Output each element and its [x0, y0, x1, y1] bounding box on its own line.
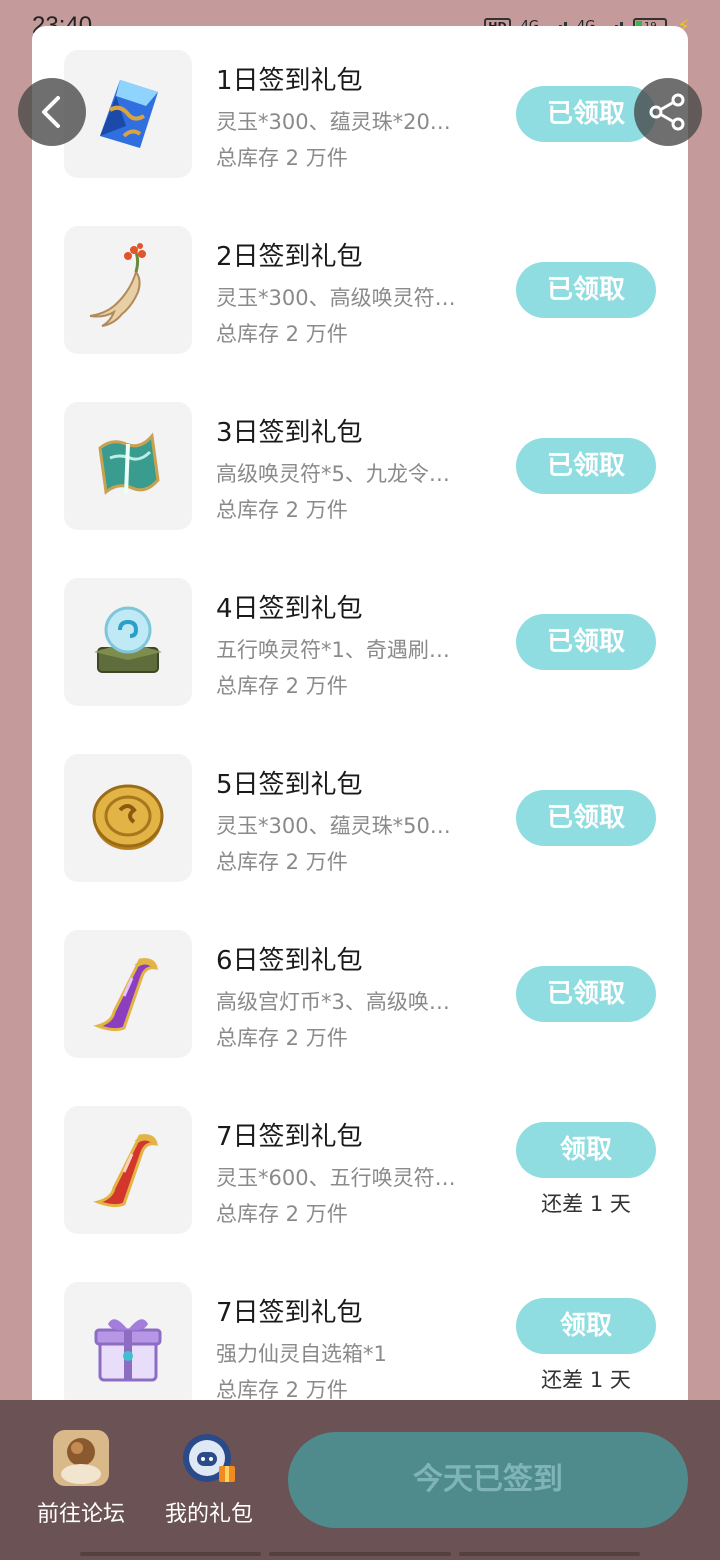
gift-stock: 总库存 2 万件: [216, 146, 348, 170]
gift-row: 3日签到礼包 高级唤灵符*5、九龙令… 总库存 2 万件 已领取: [32, 378, 688, 554]
gift-description: 强力仙灵自选箱*1: [216, 1342, 387, 1366]
my-gifts-button[interactable]: 我的礼包: [144, 1430, 274, 1528]
claim-button[interactable]: 领取: [516, 1122, 656, 1178]
purple-scroll-icon: [64, 930, 192, 1058]
home-indicator: [80, 1552, 640, 1556]
gift-row: 7日签到礼包 强力仙灵自选箱*1 总库存 2 万件 领取 还差 1 天: [32, 1258, 688, 1400]
days-remaining: 还差 1 天: [541, 1192, 631, 1216]
claimed-button[interactable]: 已领取: [516, 614, 656, 670]
gift-stock: 总库存 2 万件: [216, 1202, 348, 1226]
gift-stock: 总库存 2 万件: [216, 1378, 348, 1400]
gift-description: 灵玉*300、高级唤灵符…: [216, 286, 456, 310]
gift-row: 6日签到礼包 高级宫灯币*3、高级唤… 总库存 2 万件 已领取: [32, 906, 688, 1082]
back-button[interactable]: [18, 78, 86, 146]
gift-stock: 总库存 2 万件: [216, 850, 348, 874]
gift-title: 6日签到礼包: [216, 946, 363, 976]
gift-row: 7日签到礼包 灵玉*600、五行唤灵符… 总库存 2 万件 领取 还差 1 天: [32, 1082, 688, 1258]
gift-description: 高级宫灯币*3、高级唤…: [216, 990, 450, 1014]
gift-row: 5日签到礼包 灵玉*300、蕴灵珠*50… 总库存 2 万件 已领取: [32, 730, 688, 906]
gift-description: 灵玉*300、蕴灵珠*20…: [216, 110, 451, 134]
claimed-button[interactable]: 已领取: [516, 966, 656, 1022]
gift-title: 3日签到礼包: [216, 418, 363, 448]
bottom-bar: 前往论坛 我的礼包 今天已签到: [0, 1400, 720, 1560]
gift-description: 灵玉*600、五行唤灵符…: [216, 1166, 456, 1190]
gift-title: 7日签到礼包: [216, 1298, 363, 1328]
claim-button[interactable]: 领取: [516, 1298, 656, 1354]
gift-title: 5日签到礼包: [216, 770, 363, 800]
gift-stock: 总库存 2 万件: [216, 1026, 348, 1050]
gift-stock: 总库存 2 万件: [216, 322, 348, 346]
chevron-left-icon: [42, 96, 60, 128]
share-button[interactable]: [634, 78, 702, 146]
gift-title: 1日签到礼包: [216, 66, 363, 96]
spirit-orb-icon: [64, 578, 192, 706]
gift-description: 灵玉*300、蕴灵珠*50…: [216, 814, 451, 838]
gift-row: 4日签到礼包 五行唤灵符*1、奇遇刷… 总库存 2 万件 已领取: [32, 554, 688, 730]
forum-icon: [53, 1430, 109, 1486]
gold-coin-icon: [64, 754, 192, 882]
gift-row: 1日签到礼包 灵玉*300、蕴灵珠*20… 总库存 2 万件 已领取: [32, 26, 688, 202]
gift-list-card: 1日签到礼包 灵玉*300、蕴灵珠*20… 总库存 2 万件 已领取 2日签到礼…: [32, 26, 688, 1400]
ginseng-root-icon: [64, 226, 192, 354]
days-remaining: 还差 1 天: [541, 1368, 631, 1392]
claimed-button[interactable]: 已领取: [516, 262, 656, 318]
my-gifts-icon: [181, 1430, 237, 1486]
forum-label: 前往论坛: [36, 1502, 125, 1527]
gift-box-icon: [64, 1282, 192, 1400]
gift-title: 7日签到礼包: [216, 1122, 363, 1152]
gift-row: 2日签到礼包 灵玉*300、高级唤灵符… 总库存 2 万件 已领取: [32, 202, 688, 378]
gift-title: 2日签到礼包: [216, 242, 363, 272]
red-scroll-icon: [64, 1106, 192, 1234]
jade-talisman-icon: [64, 402, 192, 530]
gift-stock: 总库存 2 万件: [216, 498, 348, 522]
gift-description: 五行唤灵符*1、奇遇刷…: [216, 638, 450, 662]
go-to-forum-button[interactable]: 前往论坛: [16, 1430, 146, 1528]
gift-stock: 总库存 2 万件: [216, 674, 348, 698]
gift-title: 4日签到礼包: [216, 594, 363, 624]
gift-description: 高级唤灵符*5、九龙令…: [216, 462, 450, 486]
my-gifts-label: 我的礼包: [164, 1502, 253, 1527]
claimed-button[interactable]: 已领取: [516, 790, 656, 846]
signed-in-today-button[interactable]: 今天已签到: [288, 1432, 688, 1528]
claimed-button[interactable]: 已领取: [516, 438, 656, 494]
share-icon: [649, 93, 685, 131]
